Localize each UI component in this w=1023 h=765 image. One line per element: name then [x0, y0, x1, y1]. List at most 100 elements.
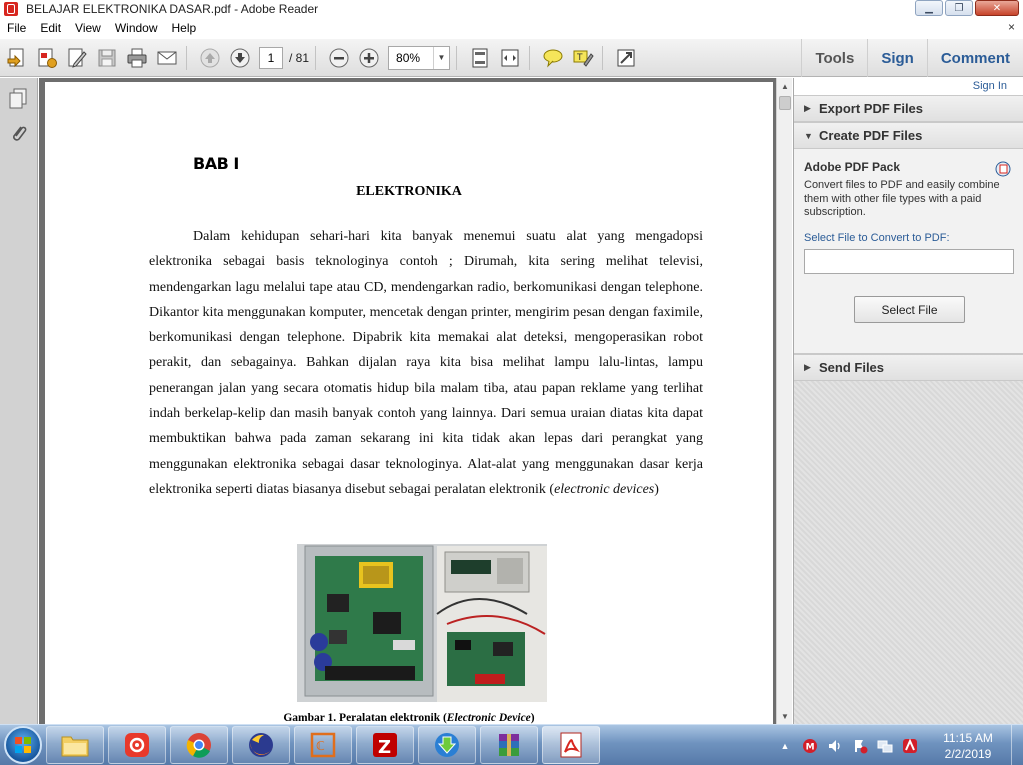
page-thumbnails-icon[interactable]: [5, 86, 31, 112]
page-number-input[interactable]: 1: [259, 46, 283, 69]
save-icon[interactable]: [94, 45, 120, 71]
title-bar: BELAJAR ELEKTRONIKA DASAR.pdf - Adobe Re…: [0, 0, 1023, 18]
minimize-button[interactable]: ▁: [915, 0, 943, 16]
window-title: BELAJAR ELEKTRONIKA DASAR.pdf - Adobe Re…: [26, 2, 319, 16]
document-scrollbar[interactable]: ▲ ▼: [776, 78, 792, 724]
taskbar-internet-download-manager[interactable]: [418, 726, 476, 764]
toolbar-separator: [186, 45, 187, 70]
tab-tools[interactable]: Tools: [801, 39, 867, 77]
full-screen-icon[interactable]: [613, 45, 639, 71]
electronic-devices-photo: [297, 544, 547, 702]
menu-file[interactable]: File: [0, 21, 33, 35]
section-heading-text: ELEKTRONIKA: [356, 184, 462, 199]
volume-icon[interactable]: [826, 737, 844, 755]
fit-width-icon[interactable]: [497, 45, 523, 71]
antivirus-tray-icon[interactable]: M: [801, 737, 819, 755]
folder-icon: [61, 736, 89, 757]
scrollbar-thumb[interactable]: [779, 96, 791, 110]
previous-page-icon[interactable]: [197, 45, 223, 71]
chrome-icon: [186, 733, 211, 758]
toolbar-separator: [529, 45, 531, 70]
pdf-page: BAB I ELEKTRONIKA Dalam kehidupan sehari…: [45, 82, 773, 724]
taskbar: ℂ Z ▲ M 11:15 AM 2/2/2019: [0, 724, 1023, 765]
menu-window[interactable]: Window: [108, 21, 165, 35]
window-controls: ▁ ❐ ✕: [915, 0, 1019, 16]
clock-time: 11:15 AM: [943, 730, 993, 745]
create-pdf-icon[interactable]: [4, 45, 30, 71]
svg-text:T: T: [576, 53, 583, 63]
create-pdf-online-icon[interactable]: [34, 45, 60, 71]
scroll-down-icon[interactable]: ▼: [777, 708, 793, 724]
menu-edit[interactable]: Edit: [33, 21, 68, 35]
zoom-in-icon[interactable]: [356, 45, 382, 71]
system-clock[interactable]: 11:15 AM 2/2/2019: [929, 730, 1007, 762]
zoom-select[interactable]: 80% ▼: [388, 45, 451, 70]
taskbar-file-explorer[interactable]: [46, 726, 104, 764]
highlight-text-icon[interactable]: T: [570, 45, 596, 71]
chapter-title: BAB I: [193, 154, 239, 173]
close-document-icon[interactable]: ×: [1008, 20, 1015, 34]
system-tray: ▲ M 11:15 AM 2/2/2019: [769, 725, 1023, 765]
menu-bar: File Edit View Window Help ×: [0, 18, 1023, 38]
select-file-label: Select File to Convert to PDF:: [804, 231, 950, 244]
taskbar-filezilla[interactable]: Z: [356, 726, 414, 764]
office-app-icon: ℂ: [310, 732, 336, 758]
svg-text:ℂ: ℂ: [316, 739, 325, 753]
create-pdf-panel: Adobe PDF Pack Convert files to PDF and …: [794, 149, 1023, 354]
restore-button[interactable]: ❐: [945, 0, 973, 16]
chevron-down-icon[interactable]: ▼: [433, 46, 449, 69]
toolbar: 1 / 81 80% ▼ T Tools Sign Comment: [0, 39, 1023, 77]
toolbar-separator: [602, 45, 604, 70]
taskbar-chrome[interactable]: [170, 726, 228, 764]
section-create-pdf[interactable]: ▼ Create PDF Files: [794, 122, 1023, 149]
scroll-up-icon[interactable]: ▲: [777, 78, 793, 94]
document-view[interactable]: BAB I ELEKTRONIKA Dalam kehidupan sehari…: [39, 78, 776, 724]
start-button[interactable]: [4, 726, 42, 764]
action-center-icon[interactable]: [851, 737, 869, 755]
figure-caption: Gambar 1. Peralatan elektronik (Electron…: [45, 712, 773, 724]
triangle-down-icon: ▼: [804, 130, 813, 141]
tab-sign[interactable]: Sign: [867, 39, 927, 77]
triangle-right-icon: ▶: [804, 103, 811, 113]
tab-comment[interactable]: Comment: [926, 39, 1023, 77]
fit-page-icon[interactable]: [467, 45, 493, 71]
select-file-field[interactable]: [804, 248, 1014, 274]
taskbar-screen-recorder[interactable]: [108, 726, 166, 764]
zoom-out-icon[interactable]: [326, 45, 352, 71]
tools-pane: Sign In ▶ Export PDF Files ▼ Create PDF …: [793, 78, 1023, 724]
close-window-button[interactable]: ✕: [975, 0, 1019, 16]
adobe-reader-taskbar-icon: [560, 732, 582, 758]
select-file-button[interactable]: Select File: [854, 296, 965, 323]
paragraph-italic-text: electronic devices: [554, 481, 655, 497]
firefox-icon: [249, 733, 273, 757]
recorder-icon: [125, 733, 149, 757]
network-icon[interactable]: [876, 737, 894, 755]
filezilla-icon: Z: [373, 733, 397, 758]
taskbar-firefox[interactable]: [232, 726, 290, 764]
caption-text: Gambar 1. Peralatan elektronik (: [283, 712, 447, 724]
svg-text:M: M: [806, 742, 815, 752]
section-heading: ELEKTRONIKA: [45, 184, 773, 200]
edit-document-icon[interactable]: [64, 45, 90, 71]
print-icon[interactable]: [124, 45, 150, 71]
svg-text:Z: Z: [378, 737, 391, 758]
sticky-note-icon[interactable]: [540, 45, 566, 71]
menu-help[interactable]: Help: [165, 21, 204, 35]
show-hidden-icons-icon[interactable]: ▲: [776, 737, 794, 755]
section-send-files[interactable]: ▶ Send Files: [794, 354, 1023, 381]
email-icon[interactable]: [154, 45, 180, 71]
section-create-label: Create PDF Files: [819, 128, 923, 143]
show-desktop-button[interactable]: [1011, 725, 1023, 765]
triangle-right-icon: ▶: [804, 362, 811, 372]
next-page-icon[interactable]: [227, 45, 253, 71]
caption-end: ): [530, 712, 535, 724]
taskbar-office-app[interactable]: ℂ: [294, 726, 352, 764]
winrar-icon: [499, 734, 519, 756]
sign-in-link[interactable]: Sign In: [794, 78, 1023, 95]
section-export-pdf[interactable]: ▶ Export PDF Files: [794, 95, 1023, 122]
taskbar-adobe-reader[interactable]: [542, 726, 600, 764]
attachments-icon[interactable]: [5, 120, 31, 146]
avira-tray-icon[interactable]: [901, 737, 919, 755]
taskbar-winrar[interactable]: [480, 726, 538, 764]
menu-view[interactable]: View: [68, 21, 108, 35]
